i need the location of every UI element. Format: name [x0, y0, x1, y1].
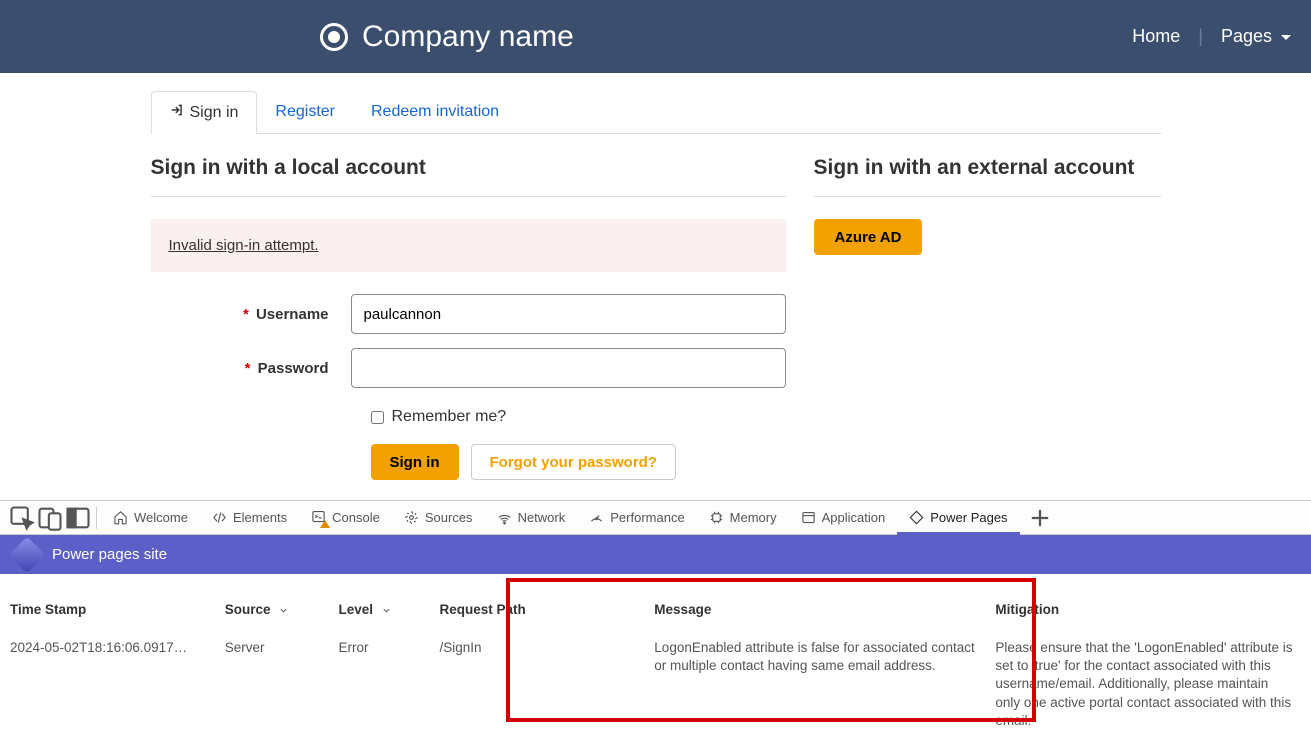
devtools-tab-bar: Welcome Elements Console Sources Network…	[0, 501, 1311, 535]
auth-tabs: Sign in Register Redeem invitation	[151, 91, 1161, 134]
log-table-header-row: Time Stamp Source Level Request Path Mes…	[8, 584, 1303, 635]
signin-button-label: Sign in	[390, 454, 440, 471]
devtab-performance[interactable]: Performance	[577, 501, 696, 535]
devtab-application-label: Application	[822, 510, 886, 525]
col-mitigation[interactable]: Mitigation	[993, 584, 1303, 635]
inspect-element-icon[interactable]	[8, 504, 36, 532]
log-table-row[interactable]: 2024-05-02T18:16:06.0917… Server Error /…	[8, 635, 1303, 734]
devtab-console-label: Console	[332, 510, 380, 525]
tab-register[interactable]: Register	[257, 91, 353, 133]
devtab-performance-label: Performance	[610, 510, 684, 525]
password-label: Password	[258, 360, 329, 377]
remember-me-checkbox[interactable]	[371, 411, 384, 424]
col-level[interactable]: Level	[336, 584, 437, 635]
console-icon	[311, 509, 326, 527]
cell-source: Server	[223, 635, 337, 734]
username-input[interactable]	[351, 294, 786, 334]
log-table: Time Stamp Source Level Request Path Mes…	[8, 584, 1303, 734]
devtab-add-button[interactable]	[1026, 504, 1054, 532]
cell-level: Error	[336, 635, 437, 734]
chevron-down-icon	[278, 605, 289, 616]
nav-pages-dropdown[interactable]: Pages	[1221, 26, 1291, 47]
tab-redeem[interactable]: Redeem invitation	[353, 91, 517, 133]
devtab-welcome[interactable]: Welcome	[101, 501, 200, 535]
dock-side-icon[interactable]	[64, 504, 92, 532]
device-toggle-icon[interactable]	[36, 504, 64, 532]
password-input[interactable]	[351, 348, 786, 388]
signin-error-text: Invalid sign-in attempt.	[169, 237, 319, 254]
external-signin-heading: Sign in with an external account	[814, 156, 1161, 197]
nav-home-link[interactable]: Home	[1132, 26, 1180, 47]
remember-me-label: Remember me?	[392, 408, 507, 426]
col-source-label: Source	[225, 602, 271, 617]
signin-arrow-icon	[170, 103, 184, 122]
devtab-memory[interactable]: Memory	[697, 501, 789, 535]
azure-ad-button[interactable]: Azure AD	[814, 219, 923, 255]
brand-title: Company name	[362, 20, 574, 54]
forgot-password-label: Forgot your password?	[490, 454, 658, 471]
signin-error-banner: Invalid sign-in attempt.	[151, 219, 786, 272]
local-signin-heading: Sign in with a local account	[151, 156, 786, 197]
forgot-password-button[interactable]: Forgot your password?	[471, 444, 677, 480]
cell-timestamp: 2024-05-02T18:16:06.0917…	[8, 635, 223, 734]
tab-signin[interactable]: Sign in	[151, 91, 258, 134]
col-source[interactable]: Source	[223, 584, 337, 635]
devtab-application[interactable]: Application	[789, 501, 898, 535]
devtab-network-label: Network	[518, 510, 566, 525]
cell-message: LogonEnabled attribute is false for asso…	[652, 635, 993, 734]
cell-mitigation: Please ensure that the 'LogonEnabled' at…	[993, 635, 1303, 734]
col-timestamp[interactable]: Time Stamp	[8, 584, 223, 635]
tab-signin-label: Sign in	[190, 104, 239, 122]
powerpages-panel-header: Power pages site	[0, 535, 1311, 574]
devtab-console[interactable]: Console	[299, 501, 392, 535]
required-asterisk: *	[243, 306, 249, 323]
signin-button[interactable]: Sign in	[371, 444, 459, 480]
devtools-separator	[96, 507, 97, 529]
tab-register-label: Register	[275, 103, 335, 121]
devtab-elements[interactable]: Elements	[200, 501, 299, 535]
col-message[interactable]: Message	[652, 584, 993, 635]
devtab-sources-label: Sources	[425, 510, 473, 525]
powerpages-panel-title: Power pages site	[52, 546, 167, 563]
col-request-path[interactable]: Request Path	[438, 584, 653, 635]
col-level-label: Level	[338, 602, 373, 617]
nav-pages-label: Pages	[1221, 26, 1272, 46]
devtab-memory-label: Memory	[730, 510, 777, 525]
powerpages-logo-icon	[9, 536, 46, 573]
chevron-down-icon	[381, 605, 392, 616]
devtab-powerpages-label: Power Pages	[930, 510, 1007, 525]
devtab-powerpages[interactable]: Power Pages	[897, 501, 1019, 535]
devtools-panel: Welcome Elements Console Sources Network…	[0, 500, 1311, 734]
caret-down-icon	[1281, 35, 1291, 40]
devtab-elements-label: Elements	[233, 510, 287, 525]
cell-request-path: /SignIn	[438, 635, 653, 734]
required-asterisk: *	[245, 360, 251, 377]
username-label: Username	[256, 306, 329, 323]
top-nav: Company name Home | Pages	[0, 0, 1311, 73]
devtab-welcome-label: Welcome	[134, 510, 188, 525]
devtab-sources[interactable]: Sources	[392, 501, 485, 535]
devtab-network[interactable]: Network	[485, 501, 578, 535]
tab-redeem-label: Redeem invitation	[371, 103, 499, 121]
brand[interactable]: Company name	[320, 20, 574, 54]
azure-ad-label: Azure AD	[835, 229, 902, 246]
brand-logo-icon	[320, 23, 348, 51]
nav-divider: |	[1198, 26, 1203, 47]
